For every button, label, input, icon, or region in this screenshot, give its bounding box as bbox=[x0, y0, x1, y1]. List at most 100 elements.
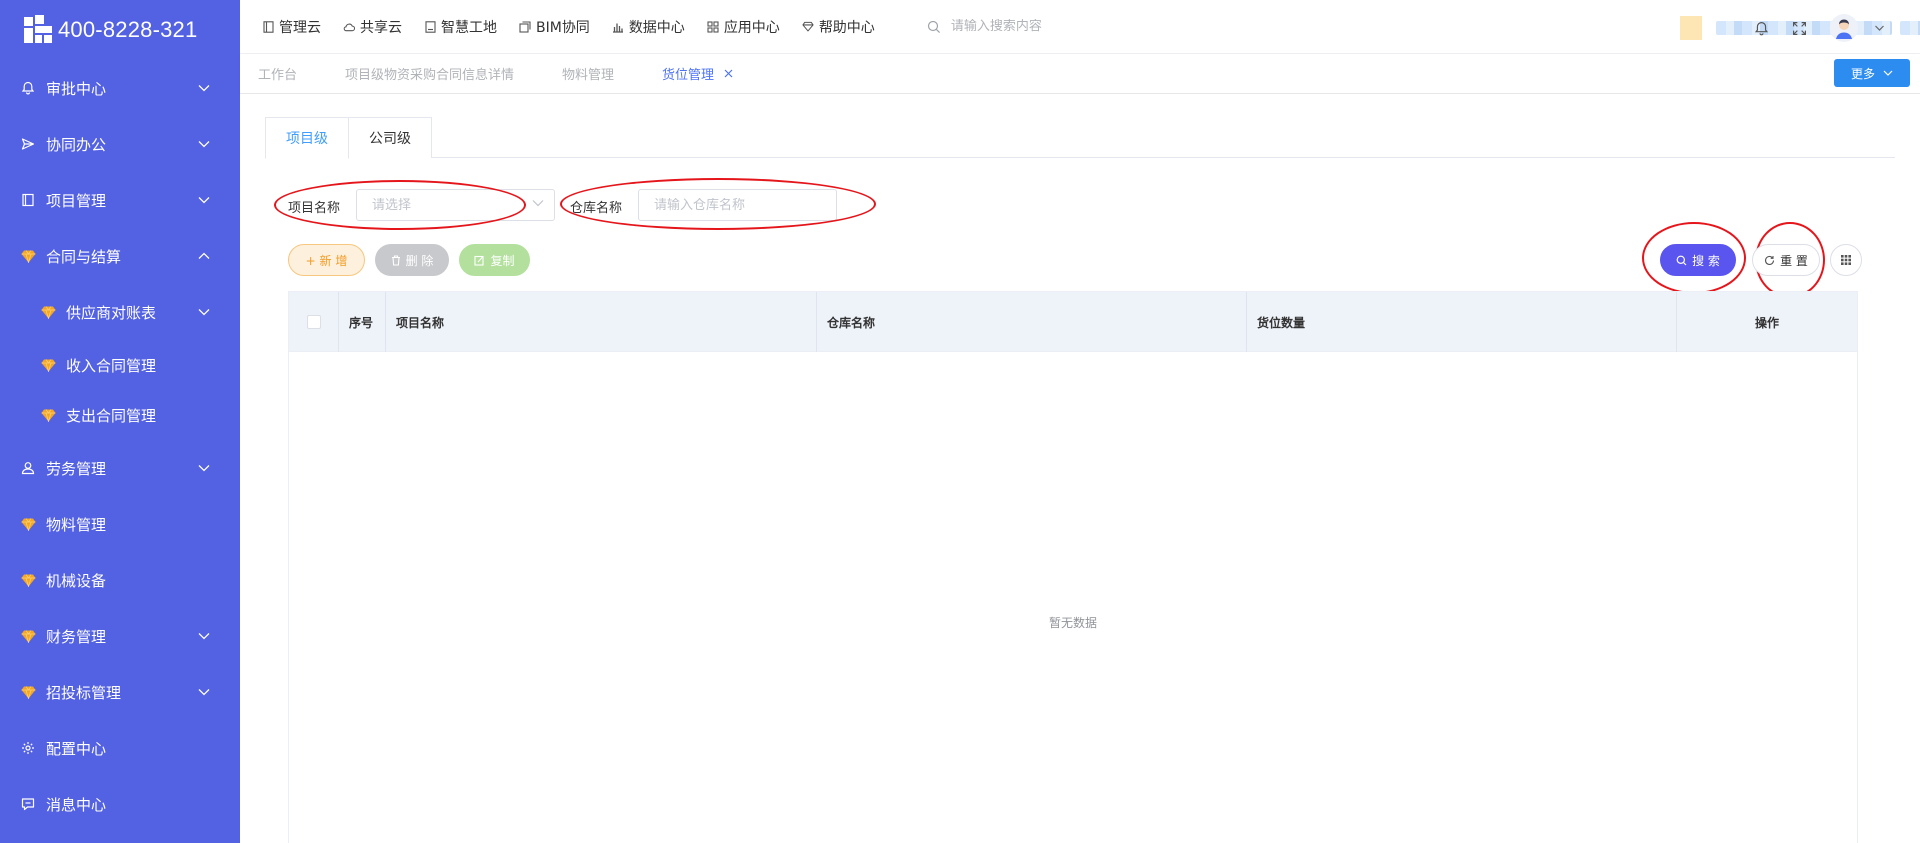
bar-chart-icon bbox=[612, 21, 624, 33]
copy-button-label: 复制 bbox=[490, 253, 515, 268]
nav-item-shared-cloud[interactable]: 共享云 bbox=[343, 17, 402, 37]
book-icon bbox=[20, 192, 36, 208]
search-icon bbox=[1676, 255, 1687, 266]
project-name-select[interactable] bbox=[356, 189, 555, 221]
nav-item-management-cloud[interactable]: 管理云 bbox=[262, 17, 321, 37]
document-icon bbox=[262, 20, 274, 33]
chevron-down-icon bbox=[198, 138, 210, 150]
nav-item-app-center[interactable]: 应用中心 bbox=[707, 17, 780, 37]
chevron-down-icon[interactable] bbox=[1868, 17, 1890, 39]
nav-item-label: 共享云 bbox=[360, 19, 402, 36]
column-header-index: 序号 bbox=[339, 292, 386, 352]
sidebar-item-contracts-settlement[interactable]: 合同与结算 bbox=[0, 228, 240, 284]
tab-label: 公司级 bbox=[369, 131, 411, 147]
sidebar-item-machinery[interactable]: 机械设备 bbox=[0, 552, 240, 608]
nav-item-data-center[interactable]: 数据中心 bbox=[612, 17, 685, 37]
empty-state-text: 暂无数据 bbox=[1048, 615, 1097, 630]
edit-icon bbox=[474, 255, 485, 266]
chevron-down-icon bbox=[198, 630, 210, 642]
page-tab-workbench[interactable]: 工作台 bbox=[258, 64, 297, 83]
reset-button[interactable]: 重 置 bbox=[1752, 244, 1820, 276]
sidebar-item-project-management[interactable]: 项目管理 bbox=[0, 172, 240, 228]
chevron-down-icon bbox=[198, 306, 210, 318]
sidebar-item-finance[interactable]: 财务管理 bbox=[0, 608, 240, 664]
nav-item-bim[interactable]: BIM协同 bbox=[519, 17, 590, 37]
page-tab-materials[interactable]: 物料管理 bbox=[562, 64, 614, 83]
chevron-down-icon bbox=[198, 82, 210, 94]
sidebar-item-config-center[interactable]: 配置中心 bbox=[0, 720, 240, 776]
apps-icon bbox=[707, 20, 719, 33]
nav-item-label: 应用中心 bbox=[723, 19, 780, 36]
sidebar-item-label: 机械设备 bbox=[46, 571, 107, 590]
sidebar-item-expense-contracts[interactable]: 支出合同管理 bbox=[0, 390, 240, 440]
global-search-input[interactable] bbox=[950, 19, 1251, 34]
redacted-user-name bbox=[1900, 21, 1920, 35]
delete-button-label: 删 除 bbox=[405, 253, 434, 268]
grid-icon bbox=[1841, 255, 1851, 265]
sidebar-item-label: 招投标管理 bbox=[46, 683, 122, 702]
warehouse-name-input-wrap[interactable] bbox=[638, 189, 837, 221]
page-tab-location-management[interactable]: 货位管理 bbox=[662, 64, 733, 83]
page-tab-contract-detail[interactable]: 项目级物资采购合同信息详情 bbox=[345, 64, 514, 83]
gem-icon bbox=[20, 248, 36, 264]
copy-button[interactable]: 复制 bbox=[459, 244, 530, 276]
warehouse-name-input[interactable] bbox=[654, 197, 836, 213]
empty-state: 暂无数据 bbox=[289, 352, 1857, 843]
gem-icon bbox=[20, 684, 36, 700]
page-tab-label: 项目级物资采购合同信息详情 bbox=[345, 68, 515, 83]
sidebar-item-label: 审批中心 bbox=[46, 79, 107, 98]
sidebar-item-label: 劳务管理 bbox=[46, 459, 107, 478]
search-button[interactable]: 搜 索 bbox=[1660, 244, 1736, 276]
location-table: 序号 项目名称 仓库名称 货位数量 操作 暂无数据 bbox=[288, 291, 1858, 843]
gem-icon bbox=[40, 304, 56, 320]
project-name-select-input[interactable] bbox=[372, 197, 554, 213]
more-button[interactable]: 更多 bbox=[1834, 59, 1910, 87]
reset-button-label: 重 置 bbox=[1780, 253, 1808, 268]
nav-item-label: 智慧工地 bbox=[441, 19, 497, 36]
sidebar-item-materials[interactable]: 物料管理 bbox=[0, 496, 240, 552]
gem-icon bbox=[40, 407, 56, 423]
sidebar-item-supplier-reconciliation[interactable]: 供应商对账表 bbox=[0, 284, 240, 340]
hotline-number: 400-8228-321 bbox=[58, 17, 198, 42]
refresh-icon bbox=[1764, 255, 1775, 266]
table-header: 序号 项目名称 仓库名称 货位数量 操作 bbox=[289, 292, 1857, 352]
sidebar-item-income-contracts[interactable]: 收入合同管理 bbox=[0, 340, 240, 390]
fullscreen-icon[interactable] bbox=[1788, 17, 1810, 39]
tab-company-level[interactable]: 公司级 bbox=[348, 117, 432, 158]
tab-project-level[interactable]: 项目级 bbox=[265, 117, 349, 159]
logo[interactable]: 400-8228-321 bbox=[0, 0, 240, 60]
nav-item-help-center[interactable]: 帮助中心 bbox=[802, 17, 875, 37]
column-settings-button[interactable] bbox=[1830, 244, 1862, 276]
page-tabs-bar: 工作台 项目级物资采购合同信息详情 物料管理 货位管理 更多 bbox=[240, 54, 1920, 94]
sidebar-item-message-center[interactable]: 消息中心 bbox=[0, 776, 240, 832]
sidebar-item-label: 供应商对账表 bbox=[66, 303, 157, 322]
page-tab-label: 物料管理 bbox=[562, 68, 615, 83]
sidebar-item-label: 合同与结算 bbox=[46, 247, 122, 266]
gem-icon bbox=[20, 572, 36, 588]
nav-item-label: 帮助中心 bbox=[818, 19, 875, 36]
sidebar-item-labor-management[interactable]: 劳务管理 bbox=[0, 440, 240, 496]
add-button[interactable]: + 新 增 bbox=[288, 244, 365, 276]
top-navigation: 管理云 共享云 智慧工地 BIM协同 数据中心 应用中心 帮助中心 bbox=[240, 0, 1920, 54]
column-header-warehouse-name: 仓库名称 bbox=[817, 292, 1247, 352]
notification-bell-icon[interactable] bbox=[1750, 17, 1772, 39]
cube-icon bbox=[519, 20, 531, 33]
column-header-project-name: 项目名称 bbox=[386, 292, 817, 352]
sidebar-item-label: 配置中心 bbox=[46, 739, 107, 758]
delete-button[interactable]: 删 除 bbox=[375, 244, 449, 276]
sidebar-item-collaboration[interactable]: 协同办公 bbox=[0, 116, 240, 172]
tab-label: 项目级 bbox=[286, 131, 328, 147]
chevron-down-icon bbox=[1883, 70, 1893, 77]
sidebar-item-approval-center[interactable]: 审批中心 bbox=[0, 60, 240, 116]
close-icon[interactable] bbox=[724, 67, 733, 81]
user-avatar[interactable] bbox=[1830, 14, 1858, 42]
gem-icon bbox=[20, 628, 36, 644]
sidebar-item-bidding[interactable]: 招投标管理 bbox=[0, 664, 240, 720]
project-name-label: 项目名称 bbox=[288, 201, 341, 216]
gem-icon bbox=[40, 357, 56, 373]
nav-item-smart-site[interactable]: 智慧工地 bbox=[424, 17, 497, 37]
submenu-contracts: 供应商对账表 收入合同管理 支出合同管理 bbox=[0, 284, 240, 440]
select-all-checkbox[interactable] bbox=[306, 315, 321, 329]
more-button-label: 更多 bbox=[1850, 66, 1875, 81]
sidebar: 400-8228-321 审批中心 协同办公 项目管理 合同与结算 供应商对账表… bbox=[0, 0, 240, 843]
